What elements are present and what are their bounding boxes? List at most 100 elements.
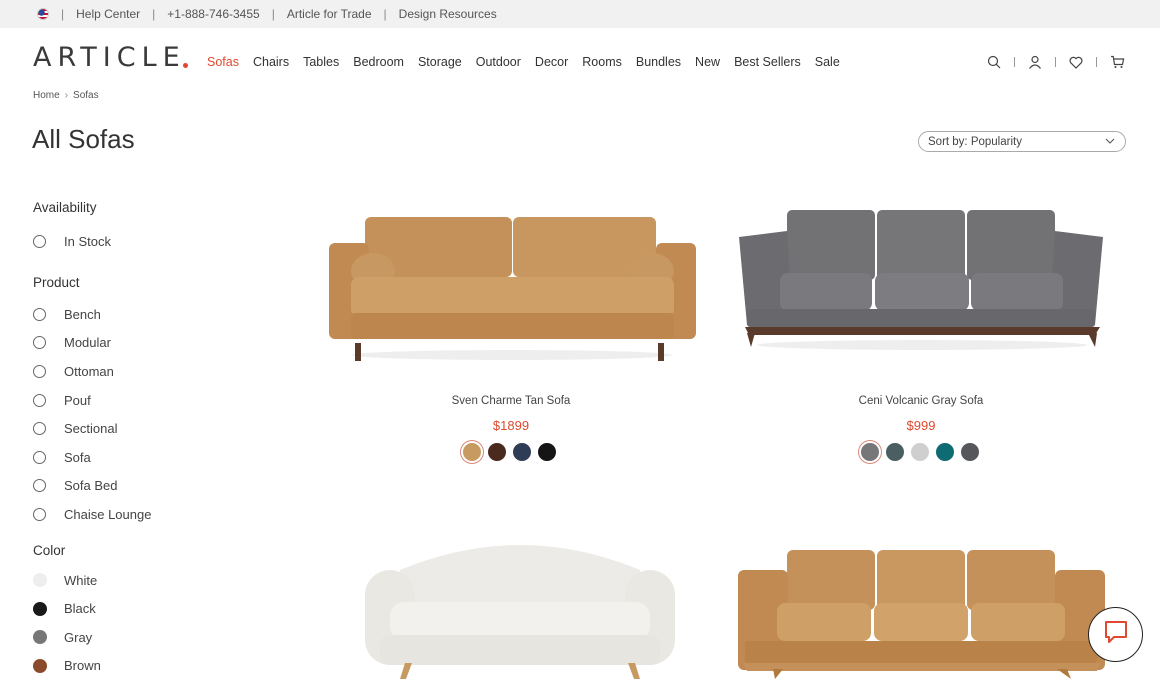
breadcrumb-current: Sofas [73, 90, 99, 101]
nav-rooms[interactable]: Rooms [582, 55, 622, 69]
radio-button[interactable] [33, 234, 46, 248]
color-swatch[interactable] [33, 573, 47, 588]
product-image-tan-three-seat-sofa[interactable] [735, 545, 1110, 679]
swatch-charcoal[interactable] [961, 443, 979, 461]
swatch-black[interactable] [538, 443, 556, 461]
breadcrumb: Home › Sofas [33, 90, 99, 101]
filter-option-label: Black [64, 601, 96, 617]
nav-decor[interactable]: Decor [535, 55, 568, 69]
help-center-link[interactable]: Help Center [76, 7, 140, 21]
radio-button[interactable] [33, 336, 46, 350]
design-resources-link[interactable]: Design Resources [399, 7, 497, 21]
cart-icon[interactable] [1109, 54, 1125, 70]
search-icon[interactable] [986, 54, 1002, 70]
product-swatches [861, 443, 979, 461]
swatch-gray[interactable] [861, 443, 879, 461]
chevron-down-icon [1105, 136, 1115, 149]
page-title: All Sofas [32, 124, 135, 154]
radio-button[interactable] [33, 450, 46, 464]
radio-button[interactable] [33, 422, 46, 436]
nav-outdoor[interactable]: Outdoor [476, 55, 521, 69]
nav-bedroom[interactable]: Bedroom [353, 55, 404, 69]
swatch-light-gray[interactable] [911, 443, 929, 461]
filter-color-white[interactable]: White [33, 566, 233, 595]
product-image-white-sofa[interactable] [360, 530, 680, 679]
logo[interactable]: ARTICLE [33, 42, 186, 73]
radio-button[interactable] [33, 307, 46, 321]
divider: | [383, 7, 387, 21]
swatch-navy[interactable] [513, 443, 531, 461]
logo-dot [183, 63, 188, 68]
filter-title-product: Product [33, 275, 80, 290]
nav-sale[interactable]: Sale [815, 55, 840, 69]
nav-chairs[interactable]: Chairs [253, 55, 289, 69]
color-swatch[interactable] [33, 630, 47, 645]
swatch-slate[interactable] [886, 443, 904, 461]
nav-sofas[interactable]: Sofas [207, 55, 239, 69]
filter-sofa-bed[interactable]: Sofa Bed [33, 472, 233, 501]
filter-sidebar: Availability In Stock Product Bench Modu… [33, 200, 233, 679]
chat-button[interactable] [1088, 607, 1143, 662]
filter-ottoman[interactable]: Ottoman [33, 357, 233, 386]
filter-option-label: Bench [64, 306, 101, 322]
divider [1014, 57, 1015, 67]
radio-button[interactable] [33, 507, 46, 521]
radio-button[interactable] [33, 479, 46, 493]
filter-title-color: Color [33, 542, 66, 558]
main-nav: Sofas Chairs Tables Bedroom Storage Outd… [207, 55, 854, 69]
filter-color-black[interactable]: Black [33, 594, 233, 623]
filter-title-availability: Availability [33, 200, 97, 215]
product-swatches [463, 443, 556, 461]
filter-option-label: Brown [64, 658, 101, 674]
chevron-right-icon: › [64, 90, 69, 101]
product-image-sven-tan-sofa[interactable] [325, 205, 700, 365]
filter-option-label: Modular [64, 335, 111, 351]
heart-icon[interactable] [1068, 54, 1084, 70]
radio-button[interactable] [33, 364, 46, 378]
filter-sectional[interactable]: Sectional [33, 414, 233, 443]
filter-in-stock[interactable]: In Stock [33, 229, 111, 253]
filter-chaise-lounge[interactable]: Chaise Lounge [33, 500, 233, 529]
filter-color-gray[interactable]: Gray [33, 623, 233, 652]
divider [1055, 57, 1056, 67]
radio-button[interactable] [33, 393, 46, 407]
nav-best-sellers[interactable]: Best Sellers [734, 55, 801, 69]
chat-bubble-icon [1103, 619, 1129, 650]
nav-new[interactable]: New [695, 55, 720, 69]
nav-bundles[interactable]: Bundles [636, 55, 681, 69]
trade-link[interactable]: Article for Trade [287, 7, 372, 21]
divider: | [152, 7, 156, 21]
filter-option-label: Chaise Lounge [64, 506, 152, 522]
filter-bench[interactable]: Bench [33, 300, 233, 329]
filter-option-label: Ottoman [64, 363, 114, 379]
divider [1096, 57, 1097, 67]
filter-sofa[interactable]: Sofa [33, 443, 233, 472]
us-flag-icon[interactable] [37, 8, 49, 20]
filter-option-label: In Stock [64, 233, 111, 249]
divider: | [271, 7, 275, 21]
nav-storage[interactable]: Storage [418, 55, 462, 69]
swatch-teal[interactable] [936, 443, 954, 461]
phone-link[interactable]: +1-888-746-3455 [167, 7, 259, 21]
swatch-brown[interactable] [488, 443, 506, 461]
filter-option-label: Pouf [64, 392, 91, 408]
filter-option-label: Gray [64, 629, 93, 645]
product-price: $1899 [492, 418, 530, 433]
product-image-ceni-gray-sofa[interactable] [735, 205, 1110, 355]
filter-modular[interactable]: Modular [33, 329, 233, 358]
utility-bar: | Help Center | +1-888-746-3455 | Articl… [0, 0, 1160, 28]
filter-pouf[interactable]: Pouf [33, 386, 233, 415]
product-price: $999 [906, 418, 936, 433]
swatch-tan[interactable] [463, 443, 481, 461]
product-name[interactable]: Ceni Volcanic Gray Sofa [771, 395, 1071, 407]
breadcrumb-home[interactable]: Home [33, 90, 60, 101]
product-name[interactable]: Sven Charme Tan Sofa [361, 395, 661, 407]
color-swatch[interactable] [33, 601, 47, 616]
sort-dropdown[interactable]: Sort by: Popularity [918, 131, 1126, 152]
nav-tables[interactable]: Tables [303, 55, 339, 69]
account-icon[interactable] [1027, 54, 1043, 70]
filter-color-brown[interactable]: Brown [33, 652, 233, 679]
header-actions [986, 54, 1125, 70]
filter-option-label: White [64, 572, 98, 588]
color-swatch[interactable] [33, 658, 47, 673]
